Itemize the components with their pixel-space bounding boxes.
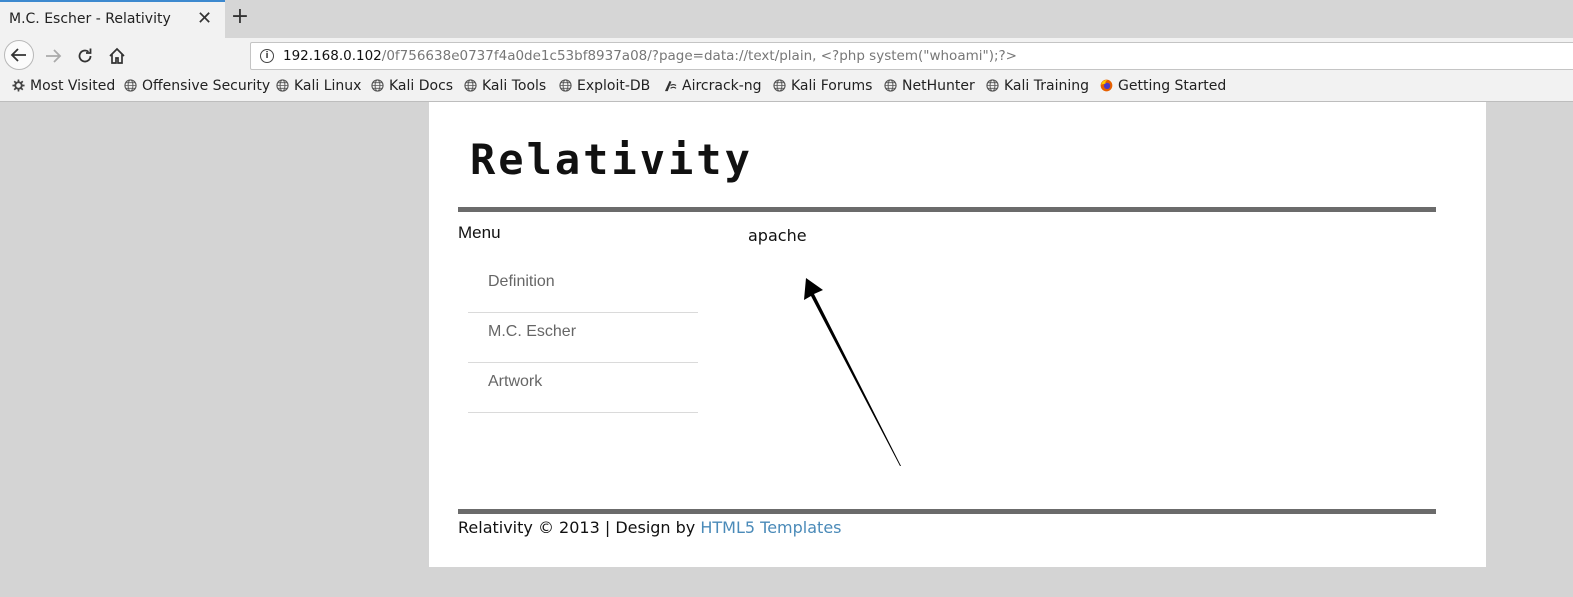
globe-icon — [464, 79, 477, 92]
menu-heading: Menu — [458, 223, 501, 242]
menu-item-mc-escher[interactable]: M.C. Escher — [468, 314, 698, 363]
bookmark-label: NetHunter — [902, 78, 975, 94]
address-bar[interactable]: i 192.168.0.102/0f756638e0737f4a0de1c53b… — [250, 42, 1573, 70]
tab-bar: M.C. Escher - Relativity ✕ + — [0, 0, 1573, 38]
active-tab[interactable]: M.C. Escher - Relativity ✕ — [0, 0, 225, 38]
bookmark-kali-forums[interactable]: Kali Forums — [773, 78, 872, 94]
forward-arrow-icon — [46, 49, 62, 63]
globe-icon — [124, 79, 137, 92]
bookmark-most-visited[interactable]: Most Visited — [12, 78, 115, 94]
bookmark-offensive-security[interactable]: Offensive Security — [124, 78, 270, 94]
close-tab-icon[interactable]: ✕ — [197, 8, 212, 29]
bookmark-label: Getting Started — [1118, 78, 1227, 94]
back-arrow-icon — [10, 48, 26, 62]
back-button[interactable] — [4, 40, 34, 70]
globe-icon — [276, 79, 289, 92]
aircrack-icon — [664, 80, 677, 92]
bookmark-label: Aircrack-ng — [682, 78, 762, 94]
page-container: Relativity Menu Definition M.C. Escher A… — [429, 102, 1486, 567]
site-info-icon[interactable]: i — [260, 49, 274, 63]
new-tab-button[interactable]: + — [230, 4, 250, 29]
bookmark-label: Most Visited — [30, 78, 116, 94]
home-icon — [109, 47, 125, 64]
bookmark-label: Kali Docs — [389, 78, 454, 94]
header-divider — [458, 207, 1436, 212]
footer-divider — [458, 509, 1436, 514]
footer-link[interactable]: HTML5 Templates — [700, 518, 841, 537]
bookmark-label: Kali Training — [1004, 78, 1089, 94]
bookmark-getting-started[interactable]: Getting Started — [1100, 78, 1226, 94]
footer-text: Relativity © 2013 | Design by — [458, 518, 701, 537]
annotation-arrow-icon — [804, 278, 901, 466]
sidebar-menu: Definition M.C. Escher Artwork — [468, 264, 698, 414]
page-viewport: Relativity Menu Definition M.C. Escher A… — [0, 102, 1573, 597]
bookmark-kali-tools[interactable]: Kali Tools — [464, 78, 546, 94]
home-button[interactable] — [107, 46, 127, 66]
bookmark-label: Kali Forums — [791, 78, 873, 94]
gear-icon — [12, 79, 25, 92]
bookmark-label: Offensive Security — [142, 78, 271, 94]
reload-icon — [78, 48, 92, 63]
reload-button[interactable] — [75, 46, 95, 66]
firefox-icon — [1100, 79, 1113, 92]
bookmark-nethunter[interactable]: NetHunter — [884, 78, 975, 94]
bookmark-aircrack-ng[interactable]: Aircrack-ng — [664, 78, 762, 94]
url-path: /0f756638e0737f4a0de1c53bf8937a08/?page=… — [381, 48, 1017, 64]
forward-button[interactable] — [43, 46, 63, 66]
globe-icon — [986, 79, 999, 92]
command-output: apache — [748, 226, 807, 245]
bookmark-label: Kali Tools — [482, 78, 547, 94]
bookmark-kali-docs[interactable]: Kali Docs — [371, 78, 453, 94]
bookmark-kali-training[interactable]: Kali Training — [986, 78, 1089, 94]
globe-icon — [371, 79, 384, 92]
bookmark-exploit-db[interactable]: Exploit-DB — [559, 78, 650, 94]
globe-icon — [559, 79, 572, 92]
navigation-bar: i 192.168.0.102/0f756638e0737f4a0de1c53b… — [0, 38, 1573, 74]
footer: Relativity © 2013 | Design by HTML5 Temp… — [458, 518, 842, 537]
globe-icon — [773, 79, 786, 92]
bookmarks-toolbar: Most Visited Offensive Security Kali Lin… — [0, 74, 1573, 102]
bookmark-label: Exploit-DB — [577, 78, 651, 94]
menu-item-artwork[interactable]: Artwork — [468, 364, 698, 413]
bookmark-label: Kali Linux — [294, 78, 362, 94]
url-text: 192.168.0.102/0f756638e0737f4a0de1c53bf8… — [283, 48, 1017, 64]
menu-item-definition[interactable]: Definition — [468, 264, 698, 313]
bookmark-kali-linux[interactable]: Kali Linux — [276, 78, 361, 94]
url-host: 192.168.0.102 — [283, 48, 382, 64]
tab-title: M.C. Escher - Relativity — [9, 11, 171, 27]
globe-icon — [884, 79, 897, 92]
site-logo[interactable]: Relativity — [470, 135, 753, 184]
